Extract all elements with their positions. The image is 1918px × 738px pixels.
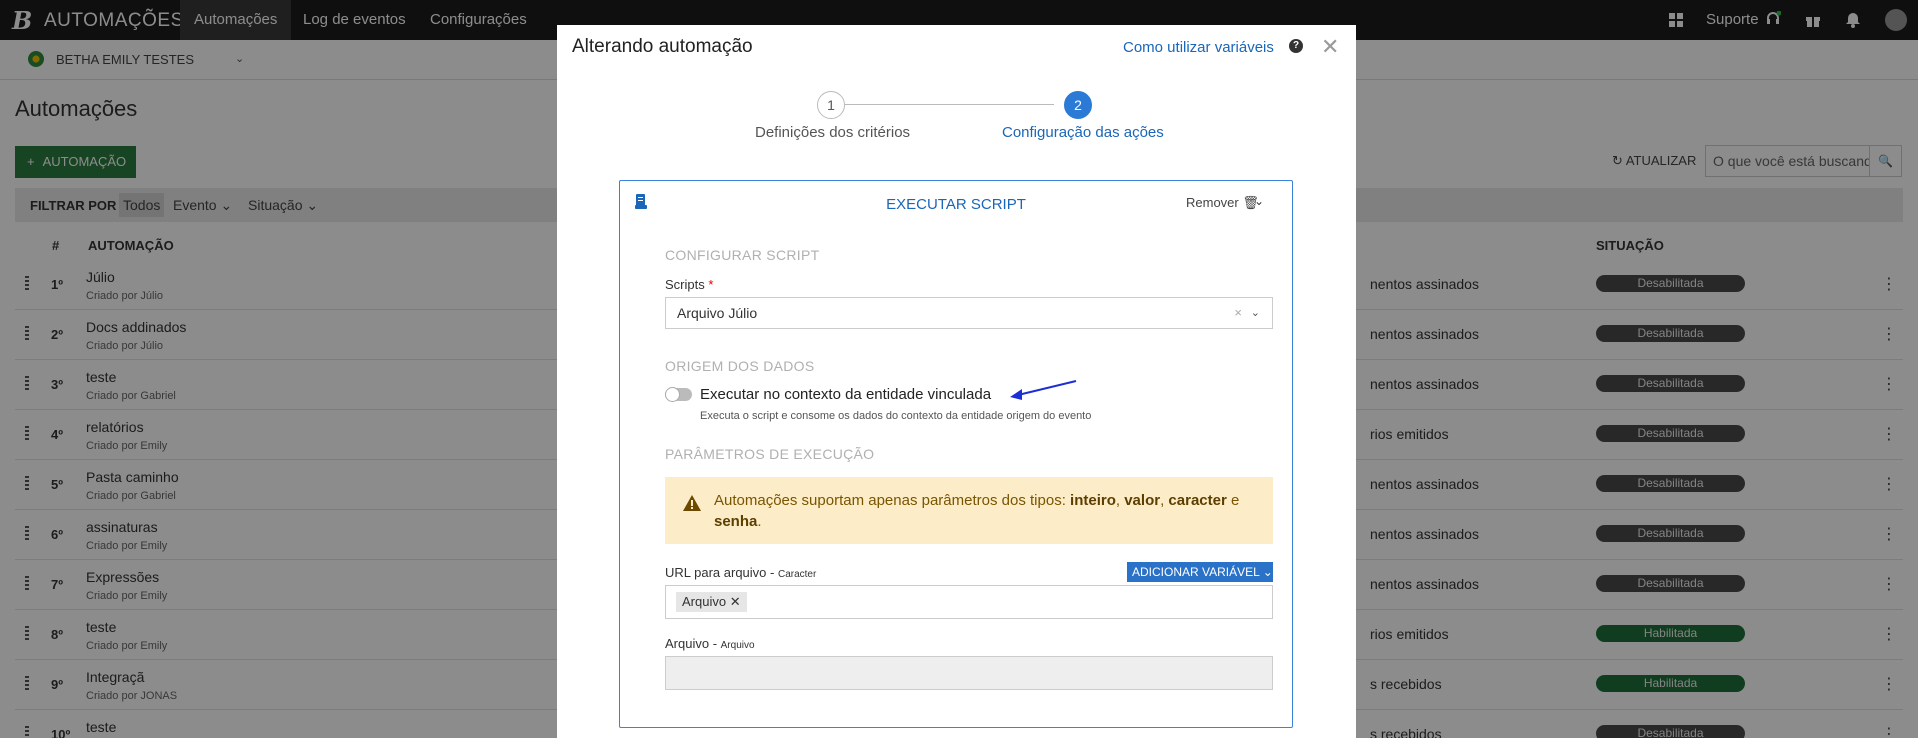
variables-help-link[interactable]: Como utilizar variáveis [1123,39,1274,56]
scripts-select[interactable]: Arquivo Júlio × ⌄ [665,297,1273,329]
url-tag-input[interactable]: Arquivo ✕ [665,585,1273,619]
chevron-down-icon[interactable]: ⌄ [1251,298,1260,328]
section-execution-params: PARÂMETROS DE EXECUÇÃO [665,446,875,462]
scripts-selected-value: Arquivo Júlio [677,305,758,321]
url-label-text: URL para arquivo [665,565,767,580]
type-caracter: caracter [1168,492,1227,509]
variable-tag[interactable]: Arquivo ✕ [676,592,747,612]
step-1-label[interactable]: Definições dos critérios [755,124,910,141]
section-configure-script: CONFIGURAR SCRIPT [665,247,820,263]
url-type: Caracter [777,569,817,580]
help-icon[interactable]: ? [1289,39,1303,53]
warning-end: . [757,513,762,530]
section-data-origin: ORIGEM DOS DADOS [665,358,815,374]
collapse-chevron-icon[interactable]: ⌄ [1254,194,1264,208]
type-valor: valor [1124,492,1161,509]
clear-selection-icon[interactable]: × [1234,298,1242,328]
close-icon[interactable]: ✕ [1321,34,1339,60]
modal-title: Alterando automação [572,36,753,57]
file-type: Arquivo [720,640,755,651]
execute-script-card: EXECUTAR SCRIPT Remover 🗑 ⌄ CONFIGURAR S… [619,180,1293,728]
file-field-label: Arquivo - Arquivo [665,636,755,651]
stepper-connector [832,104,1054,105]
step-1-indicator[interactable]: 1 [817,91,845,119]
separator: , [1115,492,1125,509]
type-senha: senha [714,513,758,530]
url-field-label: URL para arquivo - Caracter [665,565,817,580]
remove-action-button[interactable]: Remover 🗑 [1186,195,1259,211]
warning-prefix: Automações suportam apenas parâmetros do… [714,492,1071,509]
file-label-text: Arquivo [665,636,710,651]
toggle-knob [665,387,680,402]
toggle-help-text: Executa o script e consome os dados do c… [700,410,1092,422]
required-marker: * [708,277,714,292]
edit-automation-modal: Alterando automação Como utilizar variáv… [557,25,1356,738]
param-types-warning: Automações suportam apenas parâmetros do… [665,477,1273,544]
tag-remove-icon[interactable]: ✕ [730,594,741,609]
arrow-annotation-icon [1010,380,1077,400]
warning-text: Automações suportam apenas parâmetros do… [714,490,1254,532]
file-input-disabled [665,656,1273,690]
type-inteiro: inteiro [1070,492,1116,509]
scripts-label-text: Scripts [665,277,705,292]
conjunction: e [1226,492,1240,509]
entity-context-toggle[interactable] [665,387,692,402]
warning-icon [683,495,701,511]
step-2-label[interactable]: Configuração das ações [1002,124,1164,141]
tag-label: Arquivo [682,594,727,609]
scripts-label: Scripts * [665,277,713,292]
step-2-indicator[interactable]: 2 [1064,91,1092,119]
add-variable-button[interactable]: ADICIONAR VARIÁVEL ⌄ [1127,562,1273,582]
toggle-label: Executar no contexto da entidade vincula… [700,386,992,403]
